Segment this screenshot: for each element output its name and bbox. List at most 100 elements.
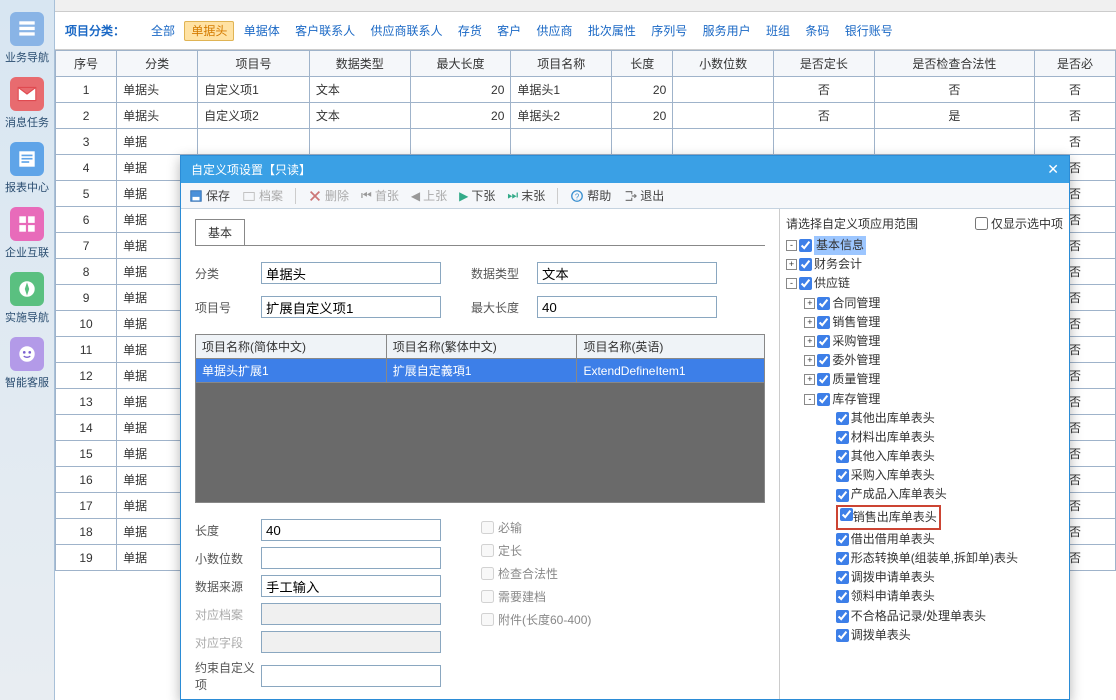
length-input[interactable] [261, 519, 441, 541]
dialog-titlebar[interactable]: 自定义项设置【只读】 ✕ [181, 156, 1069, 183]
tree-node-label[interactable]: 产成品入库单表头 [851, 485, 947, 504]
tree-expander[interactable]: + [804, 374, 815, 385]
tree-node-label[interactable]: 材料出库单表头 [851, 428, 935, 447]
name-grid-header[interactable]: 项目名称(英语) [577, 335, 765, 359]
tree-expander[interactable]: + [804, 355, 815, 366]
first-button[interactable]: ⏮首张 [361, 187, 399, 204]
filter-tab[interactable]: 全部 [145, 22, 181, 40]
tree-node-label[interactable]: 合同管理 [832, 294, 880, 313]
tree-node[interactable]: +委外管理 [786, 351, 1063, 370]
sidebar-item-nav[interactable]: 业务导航 [5, 12, 49, 65]
tree-node[interactable]: -供应链 [786, 274, 1063, 293]
delete-button[interactable]: 删除 [308, 187, 349, 204]
archive-button[interactable]: 档案 [242, 187, 283, 204]
sidebar-item-face[interactable]: 智能客服 [5, 337, 49, 390]
table-header[interactable]: 是否必 [1035, 51, 1116, 77]
tree-checkbox[interactable] [799, 258, 812, 271]
tree-checkbox[interactable] [836, 571, 849, 584]
constraint-input[interactable] [261, 665, 441, 687]
table-header[interactable]: 最大长度 [410, 51, 511, 77]
projectno-input[interactable] [261, 296, 441, 318]
dialog-close-button[interactable]: ✕ [1047, 161, 1059, 178]
tree-node-label[interactable]: 销售出库单表头 [836, 505, 941, 530]
tree-node[interactable]: 材料出库单表头 [786, 428, 1063, 447]
filter-tab[interactable]: 序列号 [645, 22, 693, 40]
tree-node[interactable]: 形态转换单(组装单,拆卸单)表头 [786, 549, 1063, 568]
filter-tab[interactable]: 供应商 [531, 22, 579, 40]
name-grid-selected-row[interactable]: 单据头扩展1扩展自定義項1ExtendDefineItem1 [196, 359, 765, 383]
tab-basic[interactable]: 基本 [195, 219, 245, 245]
datasource-input[interactable] [261, 575, 441, 597]
tree-node-label[interactable]: 调拨单表头 [851, 626, 911, 645]
sidebar-item-mail[interactable]: 消息任务 [5, 77, 49, 130]
tree-node-label[interactable]: 采购入库单表头 [851, 466, 935, 485]
tree-checkbox[interactable] [836, 450, 849, 463]
tree-node[interactable]: + 采购管理 [786, 332, 1063, 351]
tree-node[interactable]: 不合格品记录/处理单表头 [786, 607, 1063, 626]
tree-checkbox[interactable] [836, 533, 849, 546]
filter-tab[interactable]: 单据体 [238, 22, 286, 40]
tree-checkbox[interactable] [836, 431, 849, 444]
tree-node[interactable]: 采购入库单表头 [786, 466, 1063, 485]
filter-tab[interactable]: 存货 [452, 22, 488, 40]
name-grid-header[interactable]: 项目名称(简体中文) [196, 335, 387, 359]
table-header[interactable]: 小数位数 [673, 51, 774, 77]
tree-node[interactable]: 其他出库单表头 [786, 409, 1063, 428]
sidebar-item-grid[interactable]: 企业互联 [5, 207, 49, 260]
tree-node[interactable]: 调拨申请单表头 [786, 568, 1063, 587]
tree-node[interactable]: + 质量管理 [786, 370, 1063, 389]
tree-checkbox[interactable] [836, 610, 849, 623]
save-button[interactable]: 保存 [189, 187, 230, 204]
fixedlen-checkbox[interactable]: 定长 [481, 542, 591, 559]
tree-node[interactable]: -基本信息 [786, 236, 1063, 255]
tree-node-label[interactable]: 库存管理 [832, 390, 880, 409]
tree-expander[interactable]: + [804, 317, 815, 328]
table-header[interactable]: 长度 [612, 51, 673, 77]
only-selected-checkbox[interactable]: 仅显示选中项 [975, 215, 1063, 232]
tree-checkbox[interactable] [817, 373, 830, 386]
filter-tab[interactable]: 供应商联系人 [364, 22, 448, 40]
tree-checkbox[interactable] [799, 277, 812, 290]
tree-checkbox[interactable] [817, 393, 830, 406]
help-button[interactable]: ?帮助 [570, 187, 611, 204]
tree-checkbox[interactable] [836, 552, 849, 565]
tree-node-label[interactable]: 质量管理 [832, 370, 880, 389]
tree-node[interactable]: 产成品入库单表头 [786, 485, 1063, 504]
table-header[interactable]: 项目名称 [511, 51, 612, 77]
tree-node-label[interactable]: 采购管理 [832, 332, 880, 351]
table-header[interactable]: 是否定长 [774, 51, 875, 77]
tree-checkbox[interactable] [836, 469, 849, 482]
tree-node[interactable]: 销售出库单表头 [786, 505, 1063, 530]
tree-node-label[interactable]: 其他入库单表头 [851, 447, 935, 466]
tree-node[interactable]: + 合同管理 [786, 294, 1063, 313]
filter-tab[interactable]: 条码 [799, 22, 835, 40]
tree-checkbox[interactable] [836, 489, 849, 502]
table-header[interactable]: 数据类型 [309, 51, 410, 77]
tree-checkbox[interactable] [817, 354, 830, 367]
tree-expander[interactable]: + [804, 298, 815, 309]
table-header[interactable]: 分类 [117, 51, 198, 77]
sidebar-item-compass[interactable]: 实施导航 [5, 272, 49, 325]
tree-expander[interactable]: + [804, 336, 815, 347]
tree-checkbox[interactable] [817, 335, 830, 348]
table-header[interactable]: 是否检查合法性 [874, 51, 1034, 77]
table-header[interactable]: 序号 [56, 51, 117, 77]
tree-node-label[interactable]: 形态转换单(组装单,拆卸单)表头 [851, 549, 1018, 568]
tree-checkbox[interactable] [817, 297, 830, 310]
tree-node-label[interactable]: 财务会计 [814, 255, 862, 274]
name-grid-header[interactable]: 项目名称(繁体中文) [386, 335, 577, 359]
prev-button[interactable]: ◀上张 [411, 187, 447, 204]
filter-tab[interactable]: 银行账号 [839, 22, 899, 40]
filter-tab[interactable]: 班组 [760, 22, 796, 40]
tree-node-label[interactable]: 不合格品记录/处理单表头 [851, 607, 986, 626]
tree-node[interactable]: +销售管理 [786, 313, 1063, 332]
tree-node[interactable]: + 财务会计 [786, 255, 1063, 274]
tree-node-label[interactable]: 其他出库单表头 [851, 409, 935, 428]
tree-expander[interactable]: + [786, 259, 797, 270]
table-row[interactable]: 1单据头自定义项1文本20单据头120否否否 [56, 77, 1116, 103]
filter-tab[interactable]: 批次属性 [582, 22, 642, 40]
tree-node[interactable]: 领料申请单表头 [786, 587, 1063, 606]
filter-tab[interactable]: 客户 [491, 22, 527, 40]
tree-node[interactable]: -库存管理 [786, 390, 1063, 409]
tree-node-label[interactable]: 调拨申请单表头 [851, 568, 935, 587]
